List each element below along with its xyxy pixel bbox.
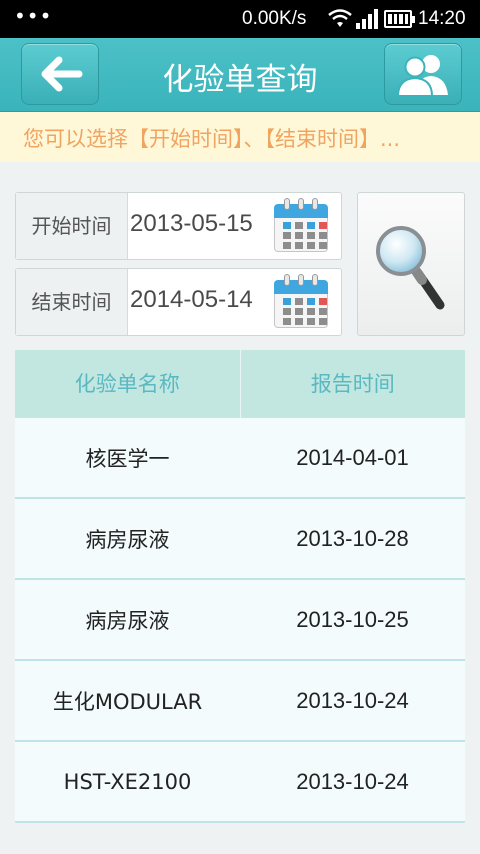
row-date: 2013-10-24 [296, 768, 409, 794]
calendar-icon[interactable] [274, 198, 328, 254]
menu-dots-icon: ••• [14, 4, 53, 28]
users-button[interactable] [384, 43, 462, 105]
table-row[interactable]: 病房尿液 2013-10-25 [15, 580, 465, 661]
search-button[interactable] [357, 192, 465, 336]
network-speed: 0.00K/s [242, 8, 307, 29]
end-date-label: 结束时间 [16, 269, 128, 335]
signal-icon [356, 9, 378, 29]
table-row[interactable]: 病房尿液 2013-10-28 [15, 499, 465, 580]
row-name: 病房尿液 [85, 608, 170, 633]
end-date-field[interactable]: 结束时间 2014-05-14 [15, 268, 342, 336]
row-date: 2013-10-25 [296, 606, 409, 632]
row-date: 2013-10-28 [296, 525, 409, 551]
row-name: 核医学一 [85, 446, 170, 471]
column-header-name: 化验单名称 [15, 350, 241, 418]
row-name: 生化MODULAR [52, 689, 203, 714]
clock: 14:20 [418, 8, 466, 29]
start-date-value[interactable]: 2013-05-15 [130, 210, 253, 238]
table-row[interactable]: 核医学一 2014-04-01 [15, 418, 465, 499]
notice-banner: 您可以选择【开始时间】、【结束时间】... [0, 112, 480, 162]
table-row[interactable]: 生化MODULAR 2013-10-24 [15, 661, 465, 742]
magnifier-icon [376, 226, 445, 310]
row-name: 病房尿液 [85, 527, 170, 552]
start-date-label: 开始时间 [16, 193, 128, 259]
notice-text: 您可以选择【开始时间】、【结束时间】... [23, 127, 401, 151]
end-date-value[interactable]: 2014-05-14 [130, 286, 253, 314]
row-name: HST-XE2100 [63, 769, 192, 794]
row-date: 2014-04-01 [296, 444, 409, 470]
row-date: 2013-10-24 [296, 687, 409, 713]
calendar-icon[interactable] [274, 274, 328, 330]
column-header-date: 报告时间 [310, 372, 395, 396]
users-icon [396, 55, 448, 97]
table-row[interactable]: HST-XE2100 2013-10-24 [15, 742, 465, 823]
status-bar: ••• 0.00K/s 14:20 [0, 0, 480, 38]
results-table: 化验单名称 报告时间 核医学一 2014-04-01 病房尿液 2013-10-… [15, 350, 465, 823]
start-date-field[interactable]: 开始时间 2013-05-15 [15, 192, 342, 260]
battery-icon [384, 10, 415, 28]
app-header: 化验单查询 [0, 38, 480, 112]
table-header: 化验单名称 报告时间 [15, 350, 465, 418]
wifi-icon [328, 9, 352, 27]
